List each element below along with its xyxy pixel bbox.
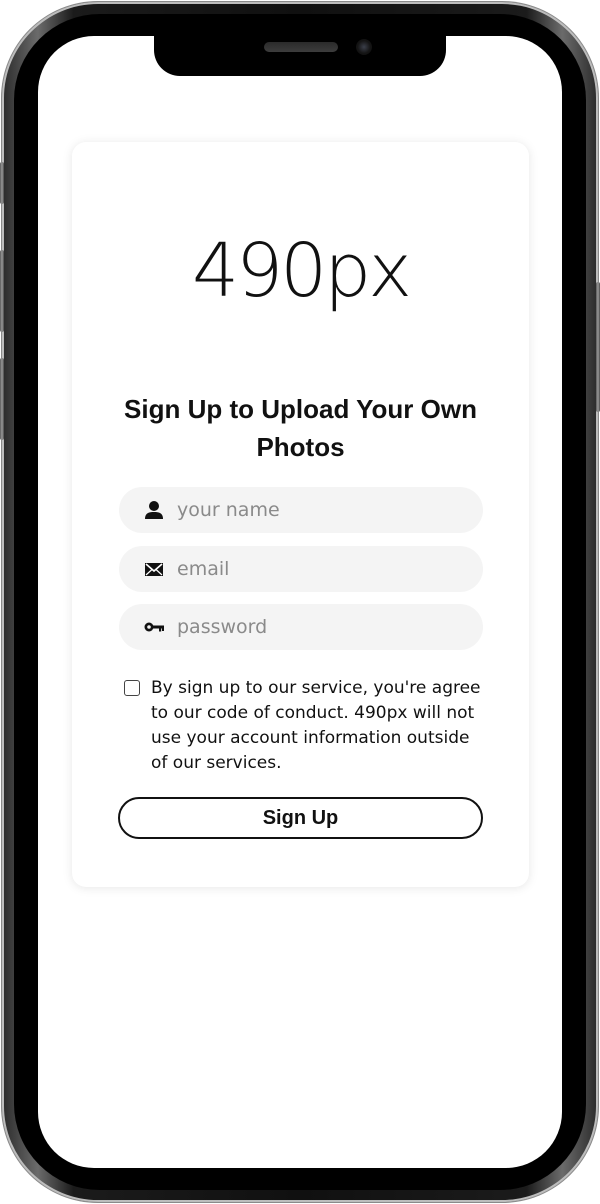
brand-logo: 490px [191,228,412,314]
phone-side-button-left-1 [0,162,4,204]
name-input[interactable] [177,487,467,533]
email-field [119,546,483,592]
front-camera [356,39,372,55]
terms-checkbox[interactable] [124,680,140,696]
name-field [119,487,483,533]
envelope-icon [143,559,165,579]
user-icon [143,500,165,520]
phone-side-button-left-2 [0,250,4,332]
terms-text: By sign up to our service, you're agree … [151,678,481,773]
signup-card: 490px Sign Up to Upload Your Own Photos [72,142,529,887]
key-icon [143,617,165,637]
signup-title: Sign Up to Upload Your Own Photos [124,394,477,462]
password-field [119,604,483,650]
phone-side-button-right [596,282,600,412]
email-input[interactable] [177,546,467,592]
phone-side-button-left-3 [0,358,4,440]
signup-button[interactable]: Sign Up [118,797,483,839]
speaker-grille [264,42,338,52]
password-input[interactable] [177,604,467,650]
